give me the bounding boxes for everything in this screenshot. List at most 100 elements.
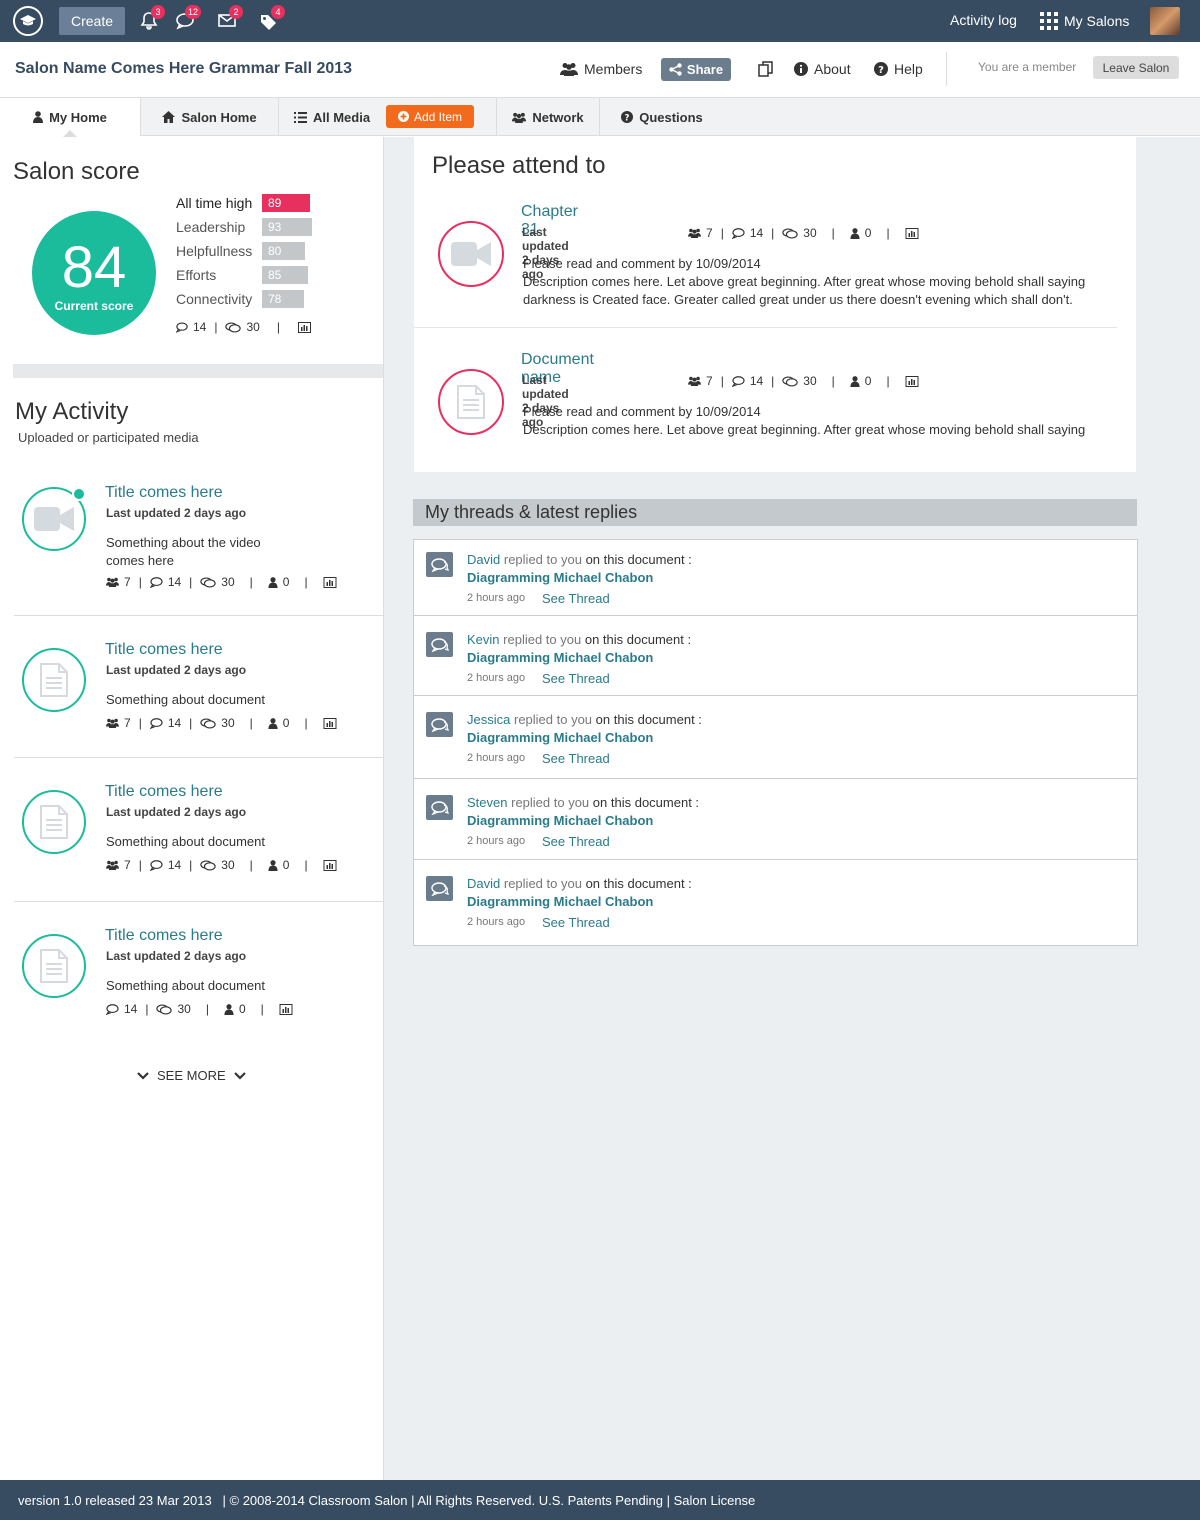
bar-chart-icon[interactable] bbox=[297, 321, 311, 333]
bar-chart-icon[interactable] bbox=[323, 576, 337, 588]
separator: | bbox=[138, 575, 142, 589]
comments-button[interactable]: 12 bbox=[175, 5, 202, 33]
see-thread-link[interactable]: See Thread bbox=[542, 671, 610, 686]
thread-document-link[interactable]: Diagramming Michael Chabon bbox=[467, 730, 653, 745]
create-button[interactable]: Create bbox=[59, 7, 125, 35]
replies-count: 30 bbox=[221, 858, 235, 872]
see-thread-link[interactable]: See Thread bbox=[542, 591, 610, 606]
my-salons-link[interactable]: My Salons bbox=[1040, 12, 1129, 30]
activity-title[interactable]: Title comes here bbox=[105, 641, 223, 659]
separator: | bbox=[276, 320, 280, 334]
bar-chart-icon[interactable] bbox=[323, 717, 337, 729]
share-icon bbox=[669, 63, 682, 76]
bar-chart-icon[interactable] bbox=[905, 375, 919, 387]
users-count: 0 bbox=[282, 716, 290, 730]
thread-document-link[interactable]: Diagramming Michael Chabon bbox=[467, 570, 653, 585]
thread-item: Jessica replied to you on this document … bbox=[414, 696, 1137, 779]
leave-salon-button[interactable]: Leave Salon bbox=[1093, 56, 1179, 79]
separator: | bbox=[304, 858, 308, 872]
thread-time: 2 hours ago bbox=[467, 835, 526, 847]
see-thread-link[interactable]: See Thread bbox=[542, 751, 610, 766]
activity-description: Something about the video comes here bbox=[106, 535, 261, 568]
activity-description: Something about document bbox=[106, 978, 265, 993]
activity-item[interactable]: Title comes here Last updated 2 days ago S… bbox=[14, 458, 384, 616]
document-icon bbox=[40, 663, 68, 697]
document-thumbnail[interactable] bbox=[22, 790, 86, 854]
activity-item[interactable]: Title comes here Last updated 2 days ago S… bbox=[14, 758, 384, 902]
see-thread-link[interactable]: See Thread bbox=[542, 915, 610, 930]
notifications-button[interactable]: 3 bbox=[139, 5, 165, 33]
thread-time: 2 hours ago bbox=[467, 592, 526, 604]
add-item-button[interactable]: Add Item bbox=[386, 105, 474, 128]
separator: | bbox=[831, 226, 835, 240]
svg-text:?: ? bbox=[878, 65, 884, 76]
users-count: 0 bbox=[864, 374, 872, 388]
members-count: 7 bbox=[706, 226, 713, 240]
mail-button[interactable]: 2 bbox=[217, 5, 243, 33]
activity-stats: 7 | 14 | 30 | 0 | bbox=[106, 858, 337, 872]
video-thumbnail[interactable] bbox=[22, 487, 86, 551]
separator: | bbox=[260, 1002, 264, 1016]
document-thumbnail[interactable] bbox=[22, 648, 86, 712]
my-activity-subheading: Uploaded or participated media bbox=[18, 430, 199, 445]
attend-description: Please read and comment by 10/09/2014 Des… bbox=[523, 403, 1113, 439]
see-more-button[interactable]: SEE MORE bbox=[137, 1068, 246, 1083]
activity-log-link[interactable]: Activity log bbox=[950, 12, 1017, 28]
copy-link-button[interactable] bbox=[758, 61, 774, 77]
activity-title[interactable]: Title comes here bbox=[105, 927, 223, 945]
thread-item: Steven replied to you on this document :… bbox=[414, 779, 1137, 860]
please-attend-panel: Please attend to Chapter 31 Last updated … bbox=[414, 137, 1136, 472]
replied-text: replied to you bbox=[503, 552, 582, 567]
replies-icon bbox=[782, 375, 798, 387]
bar-chart-icon[interactable] bbox=[279, 1003, 293, 1015]
tab-network[interactable]: Network bbox=[497, 98, 600, 136]
thread-author-link[interactable]: David bbox=[467, 552, 500, 567]
my-activity-heading: My Activity bbox=[15, 398, 129, 425]
activity-title[interactable]: Title comes here bbox=[105, 783, 223, 801]
bar-chart-icon[interactable] bbox=[905, 227, 919, 239]
about-link[interactable]: About bbox=[794, 61, 851, 77]
current-score-label: Current score bbox=[54, 299, 134, 313]
users-icon bbox=[106, 860, 119, 870]
members-count: 7 bbox=[706, 374, 713, 388]
thread-document-link[interactable]: Diagramming Michael Chabon bbox=[467, 813, 653, 828]
see-thread-link[interactable]: See Thread bbox=[542, 834, 610, 849]
tags-button[interactable]: 4 bbox=[259, 5, 285, 33]
comments-count: 14 bbox=[167, 716, 182, 730]
score-row: Leadership 93 bbox=[176, 217, 326, 237]
thread-author-link[interactable]: David bbox=[467, 876, 500, 891]
video-thumbnail[interactable] bbox=[438, 221, 504, 287]
attend-description: Please read and comment by 10/09/2014 Des… bbox=[523, 255, 1113, 309]
help-link[interactable]: ? Help bbox=[874, 61, 923, 77]
thread-author-link[interactable]: Steven bbox=[467, 795, 507, 810]
members-count: 7 bbox=[124, 716, 131, 730]
user-avatar[interactable] bbox=[1150, 7, 1180, 35]
document-thumbnail[interactable] bbox=[438, 369, 504, 435]
attend-description-text: Description comes here. Let above great … bbox=[523, 422, 1086, 437]
mail-badge: 2 bbox=[229, 5, 243, 19]
members-link[interactable]: Members bbox=[560, 61, 642, 77]
comment-icon bbox=[149, 576, 163, 588]
tab-questions[interactable]: ? Questions bbox=[600, 98, 724, 136]
chevron-down-icon bbox=[137, 1071, 149, 1080]
share-button[interactable]: Share bbox=[661, 58, 731, 81]
activity-item[interactable]: Title comes here Last updated 2 days ago S… bbox=[14, 616, 384, 758]
tab-salon-home[interactable]: Salon Home bbox=[141, 98, 279, 136]
svg-text:?: ? bbox=[625, 113, 630, 123]
thread-author-link[interactable]: Kevin bbox=[467, 632, 500, 647]
thread-author-link[interactable]: Jessica bbox=[467, 712, 510, 727]
separator: | bbox=[214, 320, 218, 334]
bar-chart-icon[interactable] bbox=[323, 859, 337, 871]
tab-my-home[interactable]: My Home bbox=[0, 98, 141, 137]
replies-icon bbox=[782, 227, 798, 239]
classroom-salon-logo-icon[interactable] bbox=[13, 6, 43, 36]
tab-bar: My Home Salon Home All Media Add Item Ne… bbox=[0, 98, 1200, 137]
replies-icon bbox=[200, 717, 216, 729]
score-row: Connectivity 78 bbox=[176, 289, 326, 309]
footer-text: version 1.0 released 23 Mar 2013 | © 200… bbox=[18, 1493, 756, 1508]
activity-title[interactable]: Title comes here bbox=[105, 484, 223, 502]
thread-document-link[interactable]: Diagramming Michael Chabon bbox=[467, 650, 653, 665]
document-thumbnail[interactable] bbox=[22, 934, 86, 998]
thread-document-link[interactable]: Diagramming Michael Chabon bbox=[467, 894, 653, 909]
activity-item[interactable]: Title comes here Last updated 2 days ago S… bbox=[14, 902, 384, 1046]
